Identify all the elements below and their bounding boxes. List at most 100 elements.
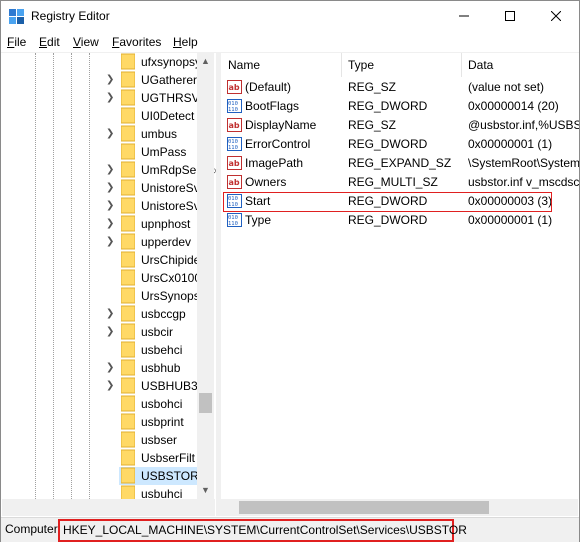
expand-chevron-icon[interactable]: ❯ [106, 326, 116, 338]
tree-item[interactable]: usbehci [2, 341, 198, 359]
folder-icon [121, 341, 135, 358]
tree-item[interactable]: ❯ usbhub [2, 359, 198, 377]
svg-text:ab: ab [229, 121, 240, 130]
close-button[interactable] [533, 1, 579, 31]
expand-chevron-icon[interactable]: ❯ [106, 164, 116, 176]
tree-item[interactable]: ❯ UGatherer [2, 71, 198, 89]
expand-chevron-icon[interactable]: ❯ [106, 362, 116, 374]
column-header-type[interactable]: Type [348, 58, 374, 72]
tree-item[interactable]: UsbserFilt [2, 449, 198, 467]
tree-item[interactable]: UrsSynopsys [2, 287, 212, 305]
column-divider[interactable] [461, 53, 462, 77]
value-row[interactable]: 010 110 BootFlags REG_DWORD 0x00000014 (20) [221, 97, 579, 116]
folder-icon [121, 323, 135, 340]
tree-item[interactable]: ❯ upnphost [2, 215, 198, 233]
value-data: usbstor.inf v_mscdsc.inf [468, 175, 579, 189]
tree-horizontal-scrollbar[interactable] [2, 499, 215, 516]
tree-item[interactable]: ufxsynopsys [2, 53, 207, 71]
tree-item[interactable]: ❯ UGTHRSVC [2, 89, 208, 107]
folder-icon [121, 143, 135, 160]
tree-item[interactable]: ❯ USBHUB3 [2, 377, 198, 395]
expand-chevron-icon[interactable]: ❯ [106, 380, 116, 392]
column-header-name[interactable]: Name [228, 58, 260, 72]
close-icon [551, 11, 561, 21]
tree-item[interactable]: usbprint [2, 413, 198, 431]
scroll-up-icon[interactable]: ▲ [197, 53, 214, 70]
tree-item[interactable]: ❯ UnistoreSvc_ [2, 197, 212, 215]
expand-chevron-icon[interactable]: ❯ [106, 74, 116, 86]
tree-item-label: UI0Detect [141, 109, 195, 123]
key-tree[interactable]: ufxsynopsys ❯ UGatherer ❯ UGTHRSVC UI0Detect ❯… [2, 53, 216, 516]
folder-icon [121, 377, 135, 394]
tree-item-label: UGatherer [141, 73, 198, 87]
string-value-icon: ab [227, 80, 242, 94]
scroll-down-icon[interactable]: ▼ [197, 482, 214, 499]
value-type: REG_EXPAND_SZ [348, 156, 452, 170]
key-path-box[interactable]: HKEY_LOCAL_MACHINE\SYSTEM\CurrentControl… [58, 519, 467, 542]
tree-item[interactable]: usbohci [2, 395, 198, 413]
tree-item[interactable]: ❯ usbcir [2, 323, 198, 341]
tree-item[interactable]: ❯ usbccgp [2, 305, 198, 323]
folder-icon [121, 161, 135, 178]
tree-item-label: usbhub [141, 361, 181, 375]
expand-chevron-icon[interactable]: ❯ [106, 128, 116, 140]
value-row[interactable]: ab Owners REG_MULTI_SZ usbstor.inf v_mscdsc… [221, 173, 579, 192]
maximize-button[interactable] [487, 1, 533, 31]
tree-item[interactable]: UrsCx01000 [2, 269, 208, 287]
list-scroll-thumb[interactable] [239, 501, 489, 514]
value-row[interactable]: ab (Default) REG_SZ (value not set) [221, 78, 579, 97]
value-type: REG_DWORD [348, 137, 428, 151]
expand-chevron-icon[interactable]: ❯ [106, 182, 116, 194]
tree-item[interactable]: usbser [2, 431, 198, 449]
tree-item-label: UnistoreSvc [141, 181, 206, 195]
svg-text:ab: ab [229, 178, 240, 187]
minimize-button[interactable] [441, 1, 487, 31]
menu-help[interactable]: Help [173, 35, 198, 49]
value-data: 0x00000014 (20) [468, 99, 559, 113]
expand-chevron-icon[interactable]: ❯ [106, 200, 116, 212]
svg-text:ab: ab [229, 83, 240, 92]
maximize-icon [505, 11, 515, 21]
tree-item[interactable]: UmPass [2, 143, 198, 161]
tree-item-label: usbcir [141, 325, 174, 339]
value-row[interactable]: ab DisplayName REG_SZ @usbstor.inf,%USBSTOR [221, 116, 579, 135]
tree-item[interactable]: ❯ upperdev [2, 233, 198, 251]
window-title: Registry Editor [31, 9, 110, 23]
list-horizontal-scrollbar[interactable] [221, 499, 578, 516]
menu-view[interactable]: View [73, 35, 99, 49]
expand-chevron-icon[interactable]: ❯ [106, 308, 116, 320]
string-value-icon: ab [227, 175, 242, 189]
column-divider[interactable] [341, 53, 342, 77]
value-data: 0x00000001 (1) [468, 137, 553, 151]
value-list[interactable]: Name Type Data ab (Default) REG_SZ (value n… [221, 53, 579, 516]
svg-text:ab: ab [229, 159, 240, 168]
value-row[interactable]: 010 110 ErrorControl REG_DWORD 0x00000001 (1… [221, 135, 579, 154]
value-row[interactable]: 010 110 Type REG_DWORD 0x00000001 (1) [221, 211, 579, 230]
tree-item[interactable]: UrsChipidea [2, 251, 207, 269]
tree-item-label: umbus [141, 127, 178, 141]
tree-item-label: UmPass [141, 145, 187, 159]
expand-chevron-icon[interactable]: ❯ [106, 236, 116, 248]
value-type: REG_MULTI_SZ [348, 175, 438, 189]
folder-icon [121, 287, 135, 304]
tree-scroll-thumb[interactable] [199, 393, 212, 413]
value-name: Type [245, 213, 272, 227]
column-header-data[interactable]: Data [468, 58, 493, 72]
expand-chevron-icon[interactable]: ❯ [106, 218, 116, 230]
tree-vertical-scrollbar[interactable]: ▲ ▼ [197, 53, 214, 499]
tree-item[interactable]: ❯ umbus [2, 125, 198, 143]
menu-favorites[interactable]: Favorites [112, 35, 161, 49]
tree-item[interactable]: USBSTOR [2, 467, 199, 485]
title-bar[interactable]: Registry Editor [1, 1, 579, 31]
value-row[interactable]: ab ImagePath REG_EXPAND_SZ \SystemRoot\Syst… [221, 154, 579, 173]
tree-item[interactable]: ❯ UnistoreSvc [2, 179, 206, 197]
tree-item[interactable]: ❯ UmRdpService [2, 161, 216, 179]
value-name: Owners [245, 175, 287, 189]
menu-file[interactable]: File [7, 35, 26, 49]
menu-edit[interactable]: Edit [39, 35, 60, 49]
value-data: (value not set) [468, 80, 545, 94]
key-path[interactable]: HKEY_LOCAL_MACHINE\SYSTEM\CurrentControl… [63, 523, 467, 537]
expand-chevron-icon[interactable]: ❯ [106, 92, 116, 104]
folder-icon [121, 179, 135, 196]
tree-item[interactable]: UI0Detect [2, 107, 198, 125]
